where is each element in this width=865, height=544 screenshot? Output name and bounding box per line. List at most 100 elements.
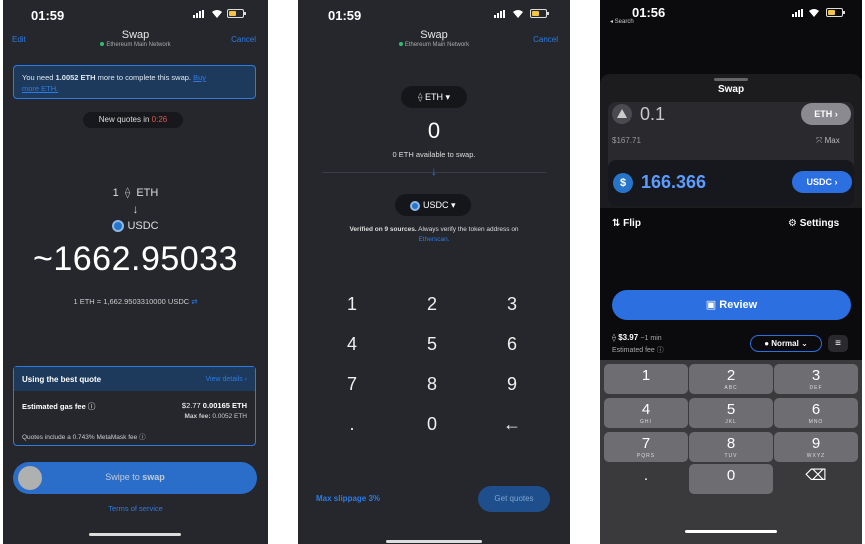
available-balance: 0 ETH available to swap. (392, 150, 476, 159)
settings-label: Settings (799, 218, 840, 229)
keypad-key-digit: 7 (641, 435, 651, 452)
settings-button[interactable]: ⚙ Settings (788, 218, 839, 229)
swipe-to-swap-slider[interactable]: Swipe to swap (13, 462, 257, 494)
backspace-key[interactable]: ⌫ (774, 464, 858, 494)
quote-timer-label: New quotes in (98, 115, 152, 124)
swap-confirm-screen: 01:59 Edit Swap Ethereum Main Network Ca… (3, 0, 268, 544)
info-icon[interactable]: ⓘ (657, 347, 664, 354)
gear-icon: ⚙ (788, 218, 797, 229)
keypad-key[interactable]: 9 (492, 374, 532, 395)
keypad-key[interactable]: 1 (332, 294, 372, 315)
quote-details-card: Using the best quote View details › Esti… (13, 366, 256, 446)
keypad-key[interactable]: 3 (492, 294, 532, 315)
network-dot-icon (398, 42, 403, 47)
network-label: Ethereum Main Network (3, 42, 268, 48)
view-details-link[interactable]: View details › (205, 376, 247, 383)
keypad-key[interactable]: 4 GHI (604, 398, 688, 428)
keypad-key-letters: TUV (724, 453, 738, 459)
to-token-selector[interactable]: USDC ▾ (395, 194, 471, 216)
keypad-key[interactable]: 8 TUV (689, 432, 773, 462)
keypad-key[interactable]: . (604, 464, 688, 494)
usdc-icon (410, 200, 421, 211)
flip-button[interactable]: ⇅ Flip (612, 218, 641, 229)
status-time: 01:59 (328, 8, 362, 23)
to-token-row: USDC (3, 220, 268, 233)
status-time: 01:59 (31, 8, 65, 23)
info-icon[interactable]: ⓘ (139, 434, 146, 441)
signal-icon (494, 10, 505, 18)
network-name: Ethereum Main Network (106, 42, 171, 48)
keypad-key[interactable]: 6 MNO (774, 398, 858, 428)
keypad-key[interactable]: ← (492, 414, 532, 435)
terms-link[interactable]: Terms of service (3, 504, 268, 513)
keypad-key-letters: DEF (809, 385, 823, 391)
review-button[interactable]: ▣ Review (612, 290, 851, 320)
speed-selector[interactable]: ● Normal ⌄ (750, 335, 822, 352)
buy-link[interactable]: Buy (193, 73, 206, 82)
review-label: Review (719, 299, 758, 311)
menu-icon[interactable]: ≡ (828, 335, 848, 352)
fee-value: $3.97 (618, 333, 639, 342)
signal-icon (792, 9, 803, 17)
keypad-key[interactable]: 2 ABC (689, 364, 773, 394)
keypad-key[interactable]: 5 JKL (689, 398, 773, 428)
network-name: Ethereum Main Network (404, 42, 470, 48)
usdc-icon: $ (613, 173, 633, 193)
from-token: ETH (136, 187, 159, 199)
home-indicator (685, 530, 777, 533)
keypad-key[interactable]: . (332, 414, 372, 435)
cancel-button[interactable]: Cancel (533, 35, 558, 44)
from-token-label: ETH (424, 92, 443, 102)
refresh-icon[interactable]: ⇄ (191, 297, 197, 306)
info-icon[interactable]: ⓘ (88, 402, 96, 411)
amount-display: 0 (427, 118, 441, 143)
keypad-key[interactable]: 5 (412, 334, 452, 355)
from-token-button[interactable]: ETH › (801, 103, 851, 125)
from-amount[interactable]: 0.1 (640, 104, 665, 125)
swipe-label-text: Swipe to (105, 472, 143, 482)
max-button[interactable]: ⤧ Max (816, 136, 840, 146)
get-quotes-button[interactable]: Get quotes (478, 486, 550, 512)
network-dot-icon (100, 42, 105, 47)
keypad-key-digit: 4 (641, 401, 651, 418)
cancel-button[interactable]: Cancel (231, 35, 256, 44)
eth-icon: ⟠ (124, 187, 131, 199)
quote-timer: New quotes in 0:26 (83, 112, 183, 128)
max-slippage-link[interactable]: Max slippage 3% (316, 494, 380, 503)
arrow-down-icon: ↓ (132, 202, 139, 216)
keypad-key[interactable]: 9 WXYZ (774, 432, 858, 462)
keypad-key[interactable]: 3 DEF (774, 364, 858, 394)
keypad-key[interactable]: 0 (689, 464, 773, 494)
keypad-key-digit: . (643, 467, 649, 484)
keypad-key[interactable]: 1 (604, 364, 688, 394)
keypad-key-digit: 9 (811, 435, 821, 452)
network-label: Ethereum Main Network (298, 42, 570, 48)
keypad-key[interactable]: 2 (412, 294, 452, 315)
verified-bold: Verified on 9 sources. (349, 226, 417, 233)
alert-amount: 1.0052 ETH (55, 73, 96, 82)
keypad-key[interactable]: 6 (492, 334, 532, 355)
metamask-fee-note: Quotes include a 0.743% MetaMask fee ⓘ (22, 431, 146, 441)
from-token-row: 1 ⟠ ETH (3, 186, 268, 199)
etherscan-link[interactable]: Etherscan. (418, 236, 449, 243)
best-quote-label: Using the best quote (22, 374, 102, 384)
back-to-search[interactable]: ◂ Search (610, 18, 634, 25)
keypad-key-digit: 3 (811, 367, 821, 384)
keypad-key-digit: ⌫ (805, 467, 827, 484)
keypad-key[interactable]: 8 (412, 374, 452, 395)
wifi-icon (212, 10, 222, 18)
keypad-key[interactable]: 4 (332, 334, 372, 355)
to-token: USDC (127, 220, 159, 232)
buy-more-eth-link[interactable]: more ETH. (22, 84, 58, 93)
chevron-down-icon: ⌄ (801, 339, 808, 348)
keypad-key[interactable]: 7 (332, 374, 372, 395)
gas-fee-usd: $2.77 (181, 401, 201, 410)
keypad-key-digit: 0 (726, 467, 736, 484)
from-token-selector[interactable]: ⟠ ETH ▾ (401, 86, 467, 108)
keypad-key[interactable]: 0 (412, 414, 452, 435)
best-quote-header: Using the best quote View details › (14, 367, 255, 391)
speed-label: Normal (771, 339, 799, 348)
keypad-key[interactable]: 7 PQRS (604, 432, 688, 462)
to-token-button[interactable]: USDC › (792, 171, 852, 193)
sheet-grabber[interactable] (714, 78, 748, 81)
